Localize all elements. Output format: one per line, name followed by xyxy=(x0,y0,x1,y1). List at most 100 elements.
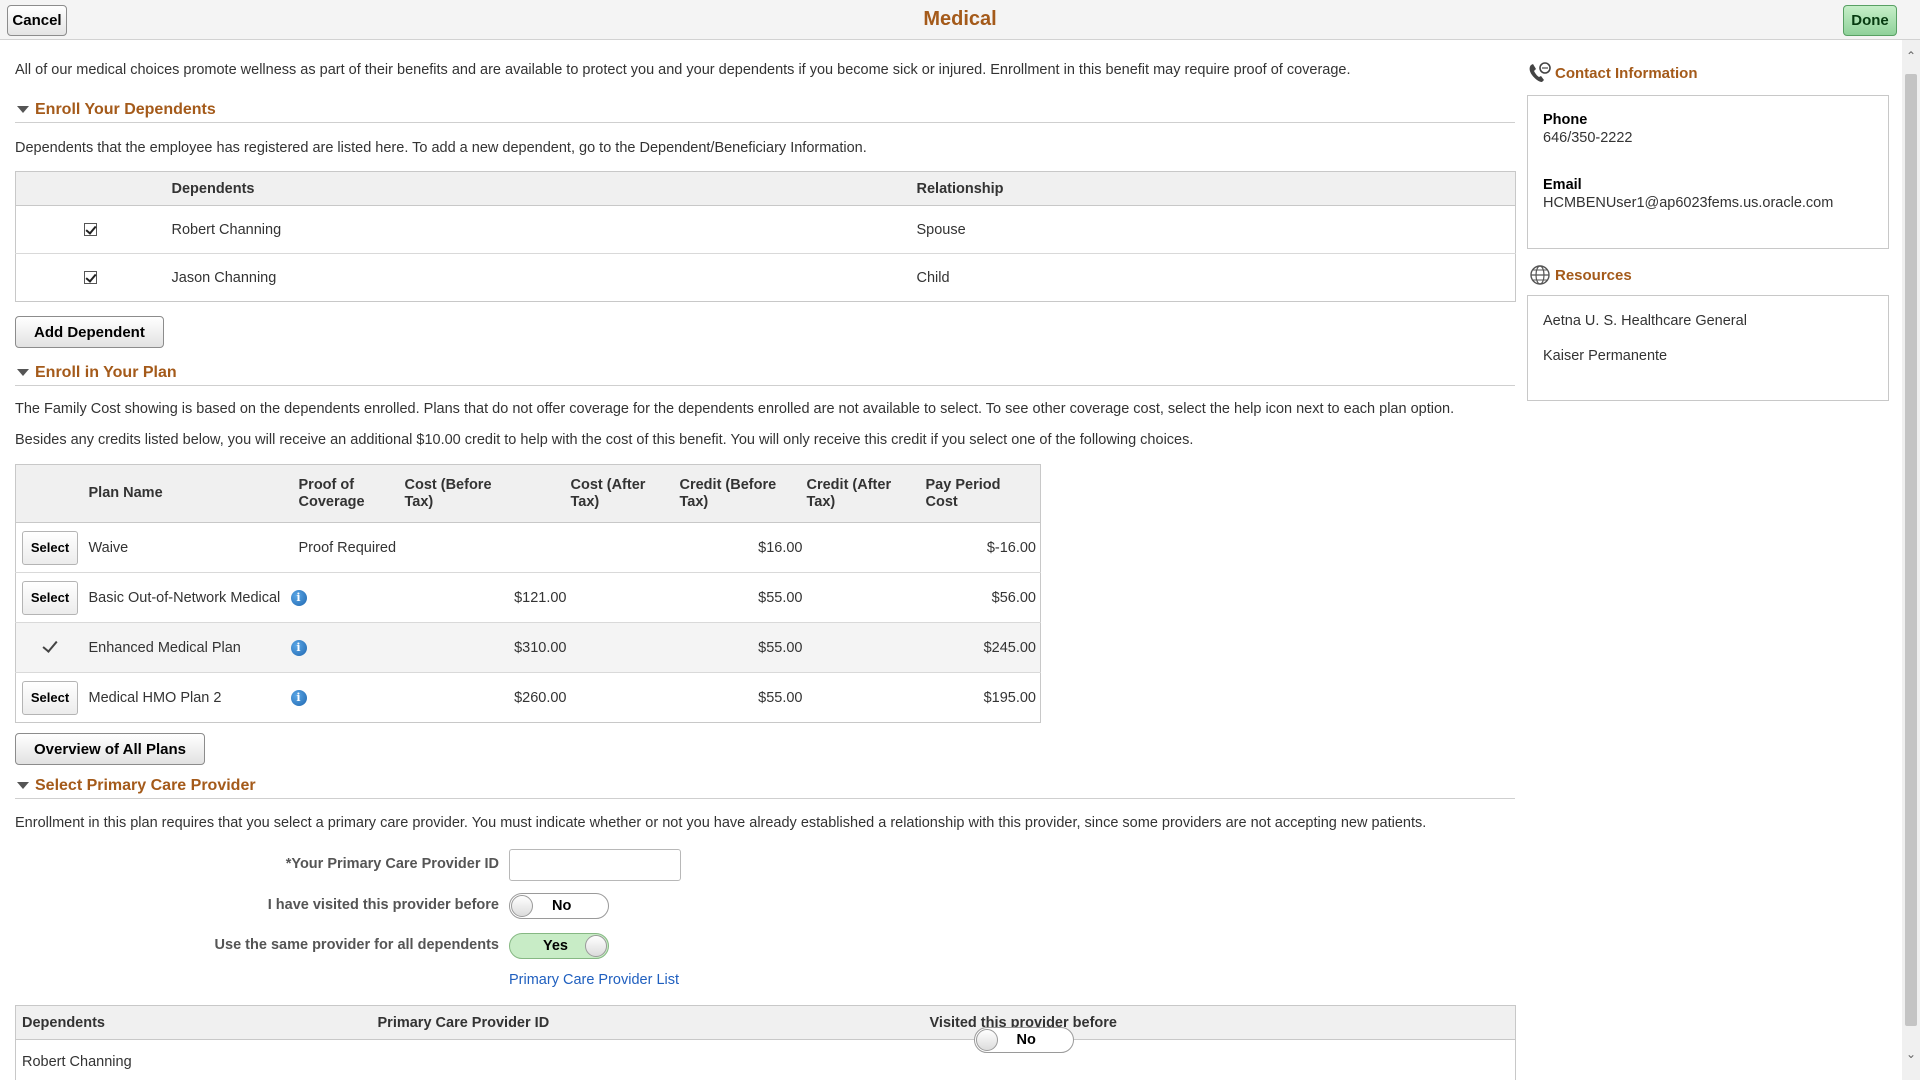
pcp-provider-id xyxy=(378,1040,930,1080)
credit-after-tax-header-line1: Credit (After xyxy=(806,476,892,493)
pcp-provider-id-column-header: Primary Care Provider ID xyxy=(377,1005,930,1040)
main-content: All of our medical choices promote welln… xyxy=(15,40,1516,1080)
resource-link-kaiser[interactable]: Kaiser Permanente xyxy=(1543,348,1667,364)
toggle-value: Yes xyxy=(543,938,568,954)
dependents-table: Dependents Relationship Robert Channing … xyxy=(15,171,1516,302)
select-plan-button[interactable]: Select xyxy=(22,680,78,715)
select-plan-button[interactable]: Select xyxy=(22,580,78,615)
plan-section-title: Enroll in Your Plan xyxy=(35,363,177,381)
resources-box: Aetna U. S. Healthcare General Kaiser Pe… xyxy=(1527,295,1889,401)
same-provider-toggle[interactable]: Yes xyxy=(509,933,609,959)
plan-pay-period-cost: $56.00 xyxy=(925,572,1041,623)
contact-section-header: Contact Information xyxy=(1527,62,1698,84)
toggle-value: No xyxy=(1016,1032,1036,1048)
proof-column-header-line1: Proof of xyxy=(298,476,355,493)
dependent-checkbox[interactable] xyxy=(84,223,97,237)
table-row: Select Waive Proof Required $16.00 $-16.… xyxy=(15,522,1041,573)
resources-section-title: Resources xyxy=(1555,266,1632,284)
dependents-section-title: Enroll Your Dependents xyxy=(35,100,216,118)
plan-cost-after-tax xyxy=(570,522,680,573)
provider-section-header[interactable]: Select Primary Care Provider xyxy=(15,773,1515,799)
plan-cost-before-tax: $260.00 xyxy=(514,689,567,706)
dependents-column-header: Dependents xyxy=(171,171,917,206)
contact-box: Phone 646/350-2222 Email HCMBENUser1@ap6… xyxy=(1527,95,1889,249)
scroll-down-arrow-icon[interactable]: ⌄ xyxy=(1905,1048,1917,1060)
resource-link-aetna[interactable]: Aetna U. S. Healthcare General xyxy=(1543,313,1747,329)
plans-table: Plan Name Proof of Coverage Cost (Before T… xyxy=(15,464,1041,723)
credit-before-tax-header-line1: Credit (Before xyxy=(679,476,777,493)
toggle-knob xyxy=(975,1029,998,1051)
plan-credit-before-tax: $55.00 xyxy=(679,622,807,673)
plan-credit-after-tax xyxy=(806,522,926,573)
table-row: Robert Channing Spouse xyxy=(15,205,1516,254)
plan-cost-before-tax: $310.00 xyxy=(404,622,571,673)
dependent-checkbox[interactable] xyxy=(84,271,97,285)
plan-credit-after-tax xyxy=(807,673,926,723)
scroll-thumb[interactable] xyxy=(1905,74,1917,1026)
visited-provider-toggle[interactable]: No xyxy=(509,893,609,919)
info-icon[interactable]: i xyxy=(290,589,307,606)
table-header-row: Dependents Relationship xyxy=(15,171,1516,206)
done-button[interactable]: Done xyxy=(1843,5,1897,36)
dependent-relationship: Spouse xyxy=(916,205,1516,254)
collapse-triangle-icon xyxy=(17,106,29,113)
provider-note: Enrollment in this plan requires that yo… xyxy=(15,815,1427,831)
info-icon[interactable]: i xyxy=(290,689,307,706)
table-header-row: Dependents Primary Care Provider ID Visi… xyxy=(15,1005,1516,1040)
provider-dependents-table: Dependents Primary Care Provider ID Visi… xyxy=(15,1005,1516,1080)
plan-pay-period-cost: $195.00 xyxy=(983,689,1036,706)
email-label: Email xyxy=(1543,177,1582,193)
plan-pay-period-cost: $245.00 xyxy=(925,622,1041,673)
info-icon[interactable]: i xyxy=(290,639,307,656)
contact-section-title: Contact Information xyxy=(1555,64,1698,82)
plan-credit-before-tax: $16.00 xyxy=(679,522,807,573)
page-header: Cancel Medical Done xyxy=(0,0,1920,40)
plan-section-header[interactable]: Enroll in Your Plan xyxy=(15,360,1515,386)
cost-before-tax-header-line2: Tax) xyxy=(404,493,434,510)
pcp-visited-toggle[interactable]: No xyxy=(973,1027,1074,1053)
dependents-note: Dependents that the employee has registe… xyxy=(15,140,867,156)
table-row: Robert Channing No xyxy=(16,1027,1516,1080)
relationship-column-header: Relationship xyxy=(916,171,1516,206)
plan-name: Medical HMO Plan 2 xyxy=(88,689,222,706)
provider-list-link[interactable]: Primary Care Provider List xyxy=(509,972,679,988)
scroll-up-arrow-icon[interactable]: ⌃ xyxy=(1905,50,1917,62)
cost-before-tax-header-line1: Cost (Before xyxy=(404,476,492,493)
pay-period-cost-header-line2: Cost xyxy=(925,493,958,510)
provider-section-title: Select Primary Care Provider xyxy=(35,776,256,794)
plan-cost-before-tax xyxy=(404,522,571,573)
proof-column-header-line2: Coverage xyxy=(298,493,365,510)
toggle-knob xyxy=(585,935,607,957)
intro-text: All of our medical choices promote welln… xyxy=(15,62,1351,78)
dependent-name: Jason Channing xyxy=(171,269,277,286)
dependent-name: Robert Channing xyxy=(171,205,917,254)
credit-before-tax-header-line2: Tax) xyxy=(679,493,709,510)
pcp-dependent-name: Robert Channing xyxy=(22,1053,132,1070)
provider-id-input[interactable] xyxy=(509,849,681,881)
vertical-scrollbar[interactable]: ⌃ ⌄ xyxy=(1902,40,1920,1080)
dependents-section-header[interactable]: Enroll Your Dependents xyxy=(15,97,1515,123)
table-header-row: Plan Name Proof of Coverage Cost (Before T… xyxy=(15,464,1041,523)
cost-after-tax-header-line1: Cost (After xyxy=(570,476,646,493)
overview-of-all-plans-button[interactable]: Overview of All Plans xyxy=(15,733,205,765)
cost-after-tax-header-line2: Tax) xyxy=(570,493,600,510)
pcp-dependents-column-header: Dependents xyxy=(15,1005,378,1040)
plan-name: Basic Out-of-Network Medical xyxy=(88,572,299,623)
selected-check-icon xyxy=(42,636,58,653)
email-link[interactable]: HCMBENUser1@ap6023fems.us.oracle.com xyxy=(1543,195,1833,211)
same-provider-label: Use the same provider for all dependents xyxy=(214,937,499,953)
globe-icon xyxy=(1530,265,1550,285)
collapse-triangle-icon xyxy=(17,369,29,376)
plan-name-column-header: Plan Name xyxy=(88,464,299,523)
plan-pay-period-cost: $-16.00 xyxy=(925,522,1041,573)
add-dependent-button[interactable]: Add Dependent xyxy=(15,316,164,348)
select-plan-button[interactable]: Select xyxy=(22,530,78,565)
plan-note-1: The Family Cost showing is based on the … xyxy=(15,401,1455,417)
plan-cost-after-tax xyxy=(571,673,680,723)
plan-note-2: Besides any credits listed below, you wi… xyxy=(15,432,1194,448)
phone-value: 646/350-2222 xyxy=(1543,130,1633,146)
phone-icon xyxy=(1529,62,1551,82)
plan-cost-after-tax xyxy=(570,622,680,673)
provider-id-label: *Your Primary Care Provider ID xyxy=(285,856,499,872)
plan-credit-before-tax: $55.00 xyxy=(758,689,803,706)
